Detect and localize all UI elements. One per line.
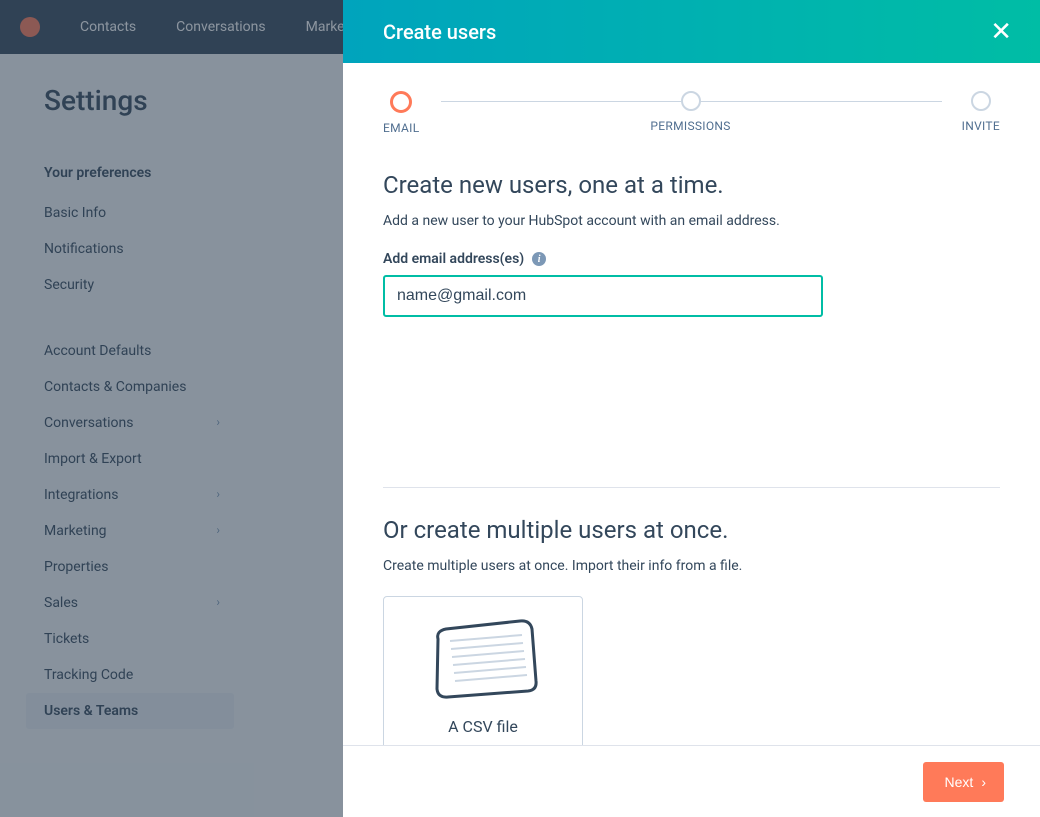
chevron-right-icon: ›: [981, 774, 986, 790]
section-desc: Add a new user to your HubSpot account w…: [383, 213, 1000, 229]
modal-footer: Next ›: [343, 745, 1040, 817]
divider: [383, 487, 1000, 488]
step-circle-icon: [390, 91, 412, 113]
create-users-modal: Create users ✕ EMAIL PERMISSIONS INVITE …: [343, 0, 1040, 817]
next-button[interactable]: Next ›: [923, 762, 1004, 802]
next-button-label: Next: [945, 774, 974, 790]
info-icon[interactable]: i: [532, 252, 546, 266]
section-desc-multiple: Create multiple users at once. Import th…: [383, 558, 1000, 574]
section-heading: Create new users, one at a time.: [383, 171, 1000, 199]
section-heading-multiple: Or create multiple users at once.: [383, 516, 1000, 544]
close-icon[interactable]: ✕: [990, 19, 1012, 45]
step-label: INVITE: [962, 119, 1000, 133]
email-input[interactable]: [383, 275, 823, 317]
field-label-text: Add email address(es): [383, 251, 524, 267]
step-circle-icon: [681, 91, 701, 111]
modal-content: EMAIL PERMISSIONS INVITE Create new user…: [343, 63, 1040, 745]
stepper: EMAIL PERMISSIONS INVITE: [383, 91, 1000, 135]
csv-file-icon: [418, 611, 548, 705]
step-label: PERMISSIONS: [650, 119, 730, 133]
step-permissions[interactable]: PERMISSIONS: [650, 91, 730, 133]
step-invite[interactable]: INVITE: [962, 91, 1000, 133]
step-email[interactable]: EMAIL: [383, 91, 419, 135]
csv-card-label: A CSV file: [448, 717, 518, 736]
email-field-label: Add email address(es) i: [383, 251, 1000, 267]
modal-title: Create users: [383, 20, 496, 44]
step-circle-icon: [971, 91, 991, 111]
step-label: EMAIL: [383, 121, 419, 135]
csv-import-card[interactable]: A CSV file: [383, 596, 583, 745]
modal-header: Create users ✕: [343, 0, 1040, 63]
